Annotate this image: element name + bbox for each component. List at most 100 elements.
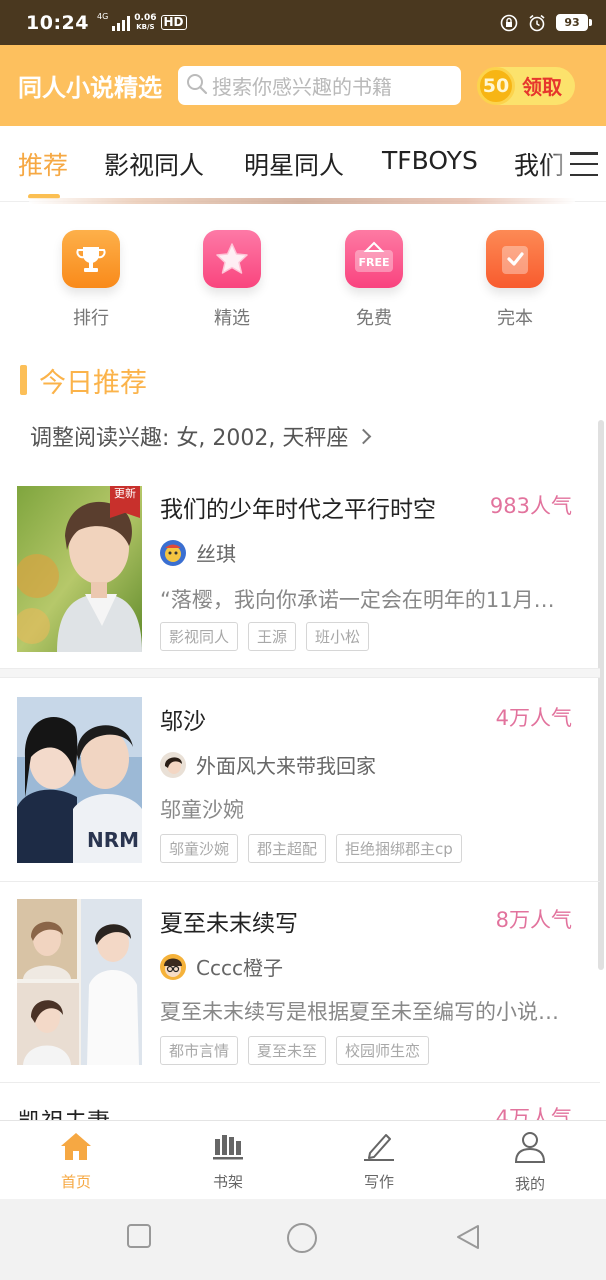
speed-value: 0.06: [134, 12, 157, 23]
network-speed: 0.06 KB/S: [134, 12, 157, 32]
status-time: 10:24: [26, 11, 89, 34]
book-description: “落樱，我向你承诺一定会在明年的11月…: [160, 588, 555, 612]
book-description: 夏至未末续写是根据夏至未至编写的小说…: [160, 1000, 559, 1024]
coin-icon: 50: [477, 66, 515, 105]
book-tag[interactable]: 拒绝捆绑郡主cp: [336, 834, 462, 863]
menu-icon: [570, 152, 598, 176]
tab-menu-button[interactable]: [546, 126, 606, 201]
home-button[interactable]: [286, 1222, 318, 1258]
banner-edge: [28, 198, 576, 204]
author-avatar: [160, 751, 186, 778]
network-indicator: 4G 0.06 KB/S HD: [96, 12, 187, 32]
author-avatar: [160, 953, 186, 980]
network-type: 4G: [96, 12, 109, 21]
list-divider: [0, 881, 600, 882]
nav-profile[interactable]: 我的: [490, 1131, 570, 1194]
category-featured-label: 精选: [214, 308, 250, 329]
free-badge-text: FREE: [358, 256, 389, 269]
author-name: Cccc橙子: [196, 956, 283, 980]
book-card[interactable]: 凯祖夫妻 4万人气: [0, 1100, 606, 1120]
book-tag[interactable]: 班小松: [306, 622, 370, 651]
bottom-navigation: 首页 书架 写作 我的: [0, 1120, 606, 1199]
free-tag-icon: FREE: [345, 230, 403, 288]
book-tag[interactable]: 王源: [248, 622, 297, 651]
bookshelf-icon: [211, 1131, 245, 1165]
nav-profile-label: 我的: [514, 1175, 545, 1193]
search-icon: [186, 73, 208, 99]
book-title: 夏至未末续写: [160, 911, 298, 937]
category-featured[interactable]: 精选: [182, 230, 282, 330]
tab-film-fanfic[interactable]: 影视同人: [104, 146, 204, 182]
search-input[interactable]: 搜索你感兴趣的书籍: [178, 66, 461, 105]
profile-icon: [513, 1131, 547, 1167]
category-free-label: 免费: [356, 308, 392, 329]
book-popularity: 983人气: [489, 494, 572, 518]
nav-bookshelf-label: 书架: [212, 1173, 243, 1191]
interest-text: 调整阅读兴趣: 女, 2002, 天秤座: [30, 426, 349, 451]
list-divider: [0, 1082, 600, 1083]
book-tags: 影视同人 王源 班小松: [160, 622, 370, 651]
author-name: 丝琪: [196, 542, 236, 566]
section-accent-bar: [20, 365, 27, 395]
nav-write-label: 写作: [363, 1173, 394, 1191]
book-tag[interactable]: 邬童沙婉: [160, 834, 239, 863]
book-tag[interactable]: 夏至未至: [248, 1036, 327, 1065]
category-ranking-label: 排行: [73, 308, 109, 329]
battery-icon: 93: [556, 14, 592, 31]
category-tabs: 推荐 影视同人 明星同人 TFBOYS 我们: [0, 126, 606, 202]
status-bar: 10:24 4G 0.06 KB/S HD 93: [0, 0, 606, 45]
book-author: Cccc橙子: [160, 952, 283, 981]
back-button[interactable]: [454, 1223, 482, 1255]
tab-star-fanfic[interactable]: 明星同人: [244, 146, 344, 182]
book-title: 我们的少年时代之平行时空: [160, 497, 436, 523]
book-popularity: 8万人气: [495, 908, 572, 932]
hd-icon: HD: [160, 15, 187, 30]
nav-home[interactable]: 首页: [36, 1131, 116, 1192]
recents-button[interactable]: [126, 1223, 152, 1253]
lock-rotation-icon: [500, 14, 518, 32]
author-name: 外面风大来带我回家: [196, 754, 376, 778]
claim-coins-button[interactable]: 50 领取: [477, 66, 575, 105]
alarm-icon: [528, 14, 546, 32]
book-description: 邬童沙婉: [160, 798, 244, 822]
book-tags: 邬童沙婉 郡主超配 拒绝捆绑郡主cp: [160, 834, 462, 863]
claim-label: 领取: [522, 75, 562, 99]
tab-recommend[interactable]: 推荐: [18, 146, 68, 182]
section-title: 今日推荐: [39, 367, 147, 399]
adjust-interest-link[interactable]: 调整阅读兴趣: 女, 2002, 天秤座: [30, 420, 372, 452]
chevron-right-icon: [356, 428, 372, 444]
author-avatar: [160, 539, 186, 566]
book-tag[interactable]: 都市言情: [160, 1036, 239, 1065]
book-cover: NRM: [17, 697, 142, 863]
tab-tfboys[interactable]: TFBOYS: [382, 146, 478, 175]
speed-unit: KB/S: [136, 22, 155, 31]
category-free[interactable]: FREE 免费: [324, 230, 424, 330]
star-icon: [203, 230, 261, 288]
svg-text:NRM: NRM: [87, 828, 139, 852]
book-tag[interactable]: 校园师生恋: [336, 1036, 430, 1065]
book-cover: 更新: [17, 486, 142, 652]
signal-icon: [112, 15, 131, 31]
nav-bookshelf[interactable]: 书架: [188, 1131, 268, 1192]
search-placeholder: 搜索你感兴趣的书籍: [212, 75, 392, 99]
category-shortcuts: 排行 精选 FREE 免费 完本: [0, 230, 606, 340]
pen-icon: [362, 1131, 396, 1165]
category-ranking[interactable]: 排行: [41, 230, 141, 330]
book-tag[interactable]: 郡主超配: [248, 834, 327, 863]
book-tag[interactable]: 影视同人: [160, 622, 239, 651]
category-completed-label: 完本: [497, 308, 533, 329]
checklist-icon: [486, 230, 544, 288]
book-popularity: 4万人气: [495, 1106, 572, 1120]
nav-write[interactable]: 写作: [339, 1131, 419, 1192]
category-completed[interactable]: 完本: [465, 230, 565, 330]
scrollbar[interactable]: [598, 420, 604, 970]
book-tags: 都市言情 夏至未至 校园师生恋: [160, 1036, 430, 1065]
nav-home-label: 首页: [60, 1173, 91, 1191]
book-author: 丝琪: [160, 538, 236, 567]
book-cover: [17, 899, 142, 1065]
book-author: 外面风大来带我回家: [160, 750, 376, 779]
book-title: 邬沙: [160, 709, 206, 735]
app-title: 同人小说精选: [18, 74, 162, 102]
book-title: 凯祖夫妻: [18, 1102, 110, 1120]
app-header: 同人小说精选 搜索你感兴趣的书籍 50 领取: [0, 45, 606, 126]
